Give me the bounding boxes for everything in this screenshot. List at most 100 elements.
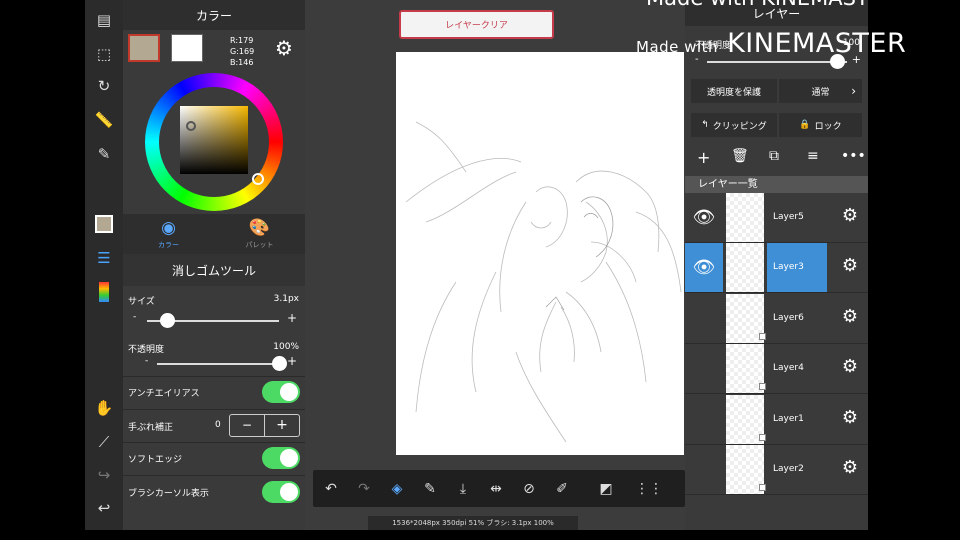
layer-name: Layer2 [773, 464, 804, 474]
clipping-icon: ↰ [701, 120, 709, 130]
rgb-r: R:179 [230, 36, 254, 45]
blend-mode-button[interactable]: 通常 › [779, 79, 862, 103]
stabilizer-minus-button[interactable]: − [230, 415, 265, 436]
fill-tool-icon[interactable]: ⤓ [453, 479, 473, 499]
size-plus-button[interactable]: + [287, 311, 297, 325]
stabilizer-plus-button[interactable]: + [265, 415, 299, 436]
primary-color-swatch[interactable] [128, 34, 160, 62]
saturation-value-square[interactable] [180, 106, 248, 174]
layer-name: Layer5 [773, 212, 804, 222]
layer-menu-icon[interactable]: ≡ [807, 148, 819, 164]
eye-toggle[interactable] [685, 445, 723, 494]
layer-row[interactable]: Layer6 ⚙ [685, 294, 868, 344]
color-panel: カラー R:179 G:169 B:146 ⚙ ◉ カラー 🎨 パレット 消しゴ… [123, 0, 305, 530]
size-slider-knob[interactable] [159, 313, 175, 328]
undo-icon[interactable]: ↶ [321, 479, 341, 499]
color-panel-title: カラー [123, 0, 305, 30]
gear-icon[interactable]: ⚙ [842, 407, 858, 428]
gear-icon[interactable]: ⚙ [842, 205, 858, 226]
gallery-icon[interactable]: ▤ [92, 8, 116, 32]
layer-row[interactable]: Layer4 ⚙ [685, 344, 868, 394]
edit-icon[interactable]: ✐ [552, 479, 572, 499]
flip-icon[interactable]: ⇹ [486, 479, 506, 499]
color-panel-icon[interactable] [92, 212, 116, 236]
opacity-slider[interactable] [157, 363, 279, 365]
trash-icon[interactable]: 🗑 [731, 148, 749, 164]
layer-name: Layer4 [773, 363, 804, 373]
redo-icon[interactable]: ↪ [92, 463, 116, 487]
layer-name: Layer6 [773, 313, 804, 323]
secondary-color-swatch[interactable] [171, 34, 203, 62]
grid-icon[interactable]: ⋮⋮ [635, 479, 663, 499]
layer-panel: レイヤー 不透明度 100 - + 透明度を保護 通常 › ↰ クリッピング 🔒… [685, 0, 868, 530]
clip-indicator-icon [759, 333, 766, 340]
undo-icon[interactable]: ↩ [92, 496, 116, 520]
size-minus-button[interactable]: - [133, 312, 136, 322]
antialias-toggle[interactable] [262, 381, 300, 403]
layer-clear-button[interactable]: レイヤークリア [399, 10, 554, 39]
more-icon[interactable]: ••• [841, 148, 866, 164]
clipping-button[interactable]: ↰ クリッピング [691, 113, 777, 137]
layer-thumbnail [726, 243, 764, 292]
layer-row[interactable]: Layer2 ⚙ [685, 445, 868, 495]
eye-toggle[interactable] [685, 344, 723, 393]
add-layer-icon[interactable]: + [697, 148, 710, 167]
layer-thumbnail [726, 193, 764, 242]
eye-icon[interactable]: 👁 [685, 193, 723, 242]
gear-icon[interactable]: ⚙ [842, 255, 858, 276]
fullscreen-icon[interactable]: ◩ [596, 479, 616, 499]
tab-color[interactable]: ◉ カラー [123, 216, 214, 254]
rgb-readout: R:179 G:169 B:146 [230, 35, 254, 68]
hue-marker[interactable] [252, 173, 264, 185]
tab-palette[interactable]: 🎨 パレット [214, 216, 305, 254]
sv-marker[interactable] [186, 121, 196, 131]
layer-row[interactable]: 👁 Layer5 ⚙ [685, 193, 868, 243]
brush-cursor-toggle[interactable] [262, 481, 300, 503]
soft-edge-toggle[interactable] [262, 447, 300, 469]
layer-name: Layer1 [773, 414, 804, 424]
ibispaint-app: ▤ ⬚ ↻ 📏 ✎ ☰ ✋ ⟋ ↪ ↩ カラー R:179 G:169 B:14… [85, 0, 868, 530]
eye-toggle[interactable] [685, 395, 723, 444]
rgb-b: B:146 [230, 58, 254, 67]
select-tool-icon[interactable]: ◈ [387, 479, 407, 499]
watermark: Made with KINEMASTER [636, 28, 906, 59]
palette-bar-icon[interactable] [92, 280, 116, 304]
canvas-toolbar: ↶ ↷ ◈ ✎ ⤓ ⇹ ⊘ ✐ ◩ ⋮⋮ [313, 470, 685, 507]
lock-button[interactable]: 🔒 ロック [779, 113, 862, 137]
eyedropper-icon[interactable]: ⟋ [92, 430, 116, 454]
pen-tool-icon[interactable]: ✎ [420, 479, 440, 499]
layer-row[interactable]: 👁 Layer3 ⚙ [685, 243, 868, 293]
selection-icon[interactable]: ⬚ [92, 42, 116, 66]
protect-alpha-button[interactable]: 透明度を保護 [691, 79, 777, 103]
duplicate-layer-icon[interactable]: ⧉ [769, 148, 779, 164]
antialias-row: アンチエイリアス [123, 377, 305, 409]
eye-toggle[interactable] [685, 294, 723, 343]
rotate-lock-icon[interactable]: ⊘ [519, 479, 539, 499]
chevron-right-icon: › [851, 84, 856, 98]
drawing-canvas[interactable] [396, 52, 684, 455]
color-tabs: ◉ カラー 🎨 パレット [123, 214, 305, 254]
clip-indicator-icon [759, 484, 766, 491]
layer-row[interactable]: Layer1 ⚙ [685, 395, 868, 445]
watermark-brand: KINEMASTER [727, 28, 907, 59]
redo-icon[interactable]: ↷ [354, 479, 374, 499]
opacity-slider-knob[interactable] [272, 356, 287, 371]
left-toolbar: ▤ ⬚ ↻ 📏 ✎ ☰ ✋ ⟋ ↪ ↩ [85, 0, 123, 530]
stabilizer-stepper: − + [229, 414, 300, 437]
gear-icon[interactable]: ⚙ [275, 36, 293, 60]
ruler-icon[interactable]: 📏 [92, 108, 116, 132]
brush-icon[interactable]: ✎ [92, 142, 116, 166]
clip-indicator-icon [759, 383, 766, 390]
opacity-plus-button[interactable]: + [287, 354, 297, 368]
eye-icon[interactable]: 👁 [685, 243, 723, 292]
layer-list-icon[interactable]: ☰ [92, 246, 116, 270]
sketch-lines [405, 121, 682, 443]
hand-icon[interactable]: ✋ [92, 396, 116, 420]
gear-icon[interactable]: ⚙ [842, 356, 858, 377]
opacity-minus-button[interactable]: - [145, 356, 148, 366]
gear-icon[interactable]: ⚙ [842, 306, 858, 327]
layer-opacity-slider[interactable] [707, 61, 847, 63]
gear-icon[interactable]: ⚙ [842, 457, 858, 478]
layer-name: Layer3 [767, 243, 827, 292]
transform-icon[interactable]: ↻ [92, 74, 116, 98]
